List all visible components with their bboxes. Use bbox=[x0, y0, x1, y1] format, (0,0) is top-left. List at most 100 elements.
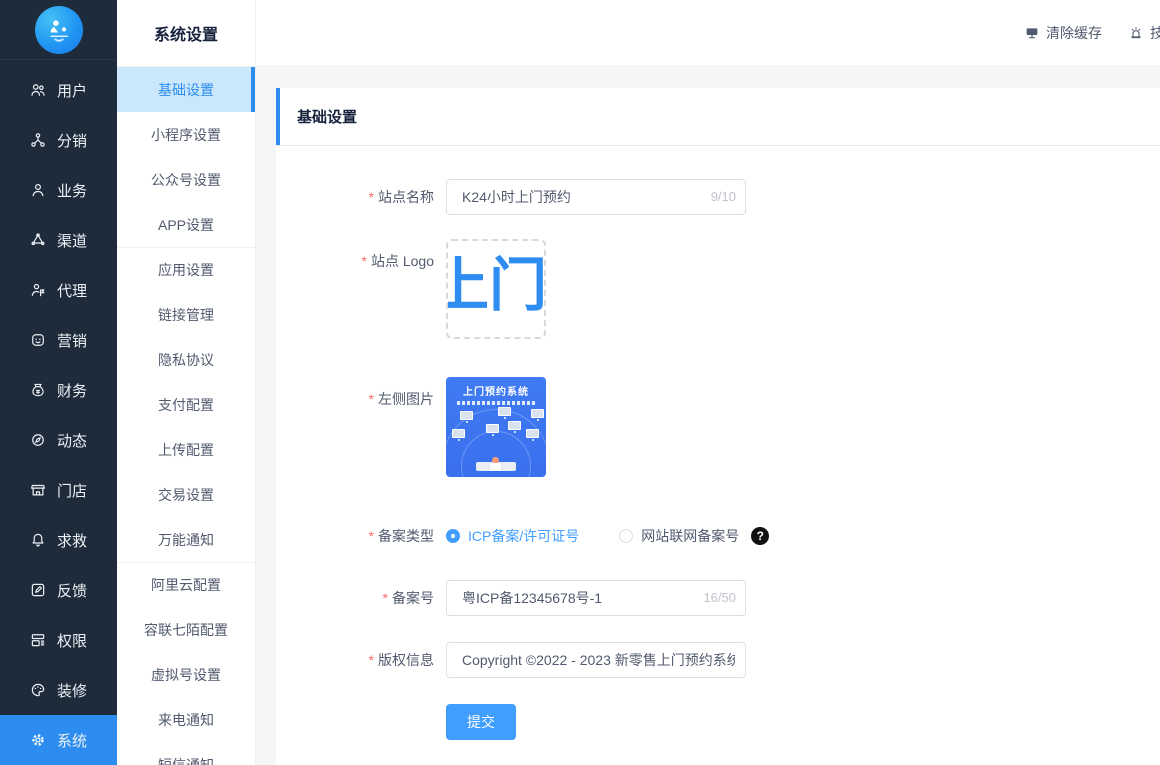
radio-icp-label: ICP备案/许可证号 bbox=[468, 526, 579, 546]
site-logo-upload[interactable]: 上门预 bbox=[446, 239, 546, 339]
submenu-item-notify[interactable]: 万能通知 bbox=[117, 517, 255, 562]
sidebar-item-label: 装修 bbox=[57, 680, 87, 701]
sidebar-item-label: 代理 bbox=[57, 280, 87, 301]
sidebar-item-store[interactable]: 门店 bbox=[0, 465, 117, 515]
record-type-label: *备案类型 bbox=[276, 525, 446, 547]
sidebar-item-agent[interactable]: 代理 bbox=[0, 265, 117, 315]
required-mark: * bbox=[369, 391, 374, 407]
basic-settings-form: *站点名称 9/10 *站点 Logo 上门预 bbox=[276, 146, 1160, 740]
submenu-item-application[interactable]: 应用设置 bbox=[117, 247, 255, 292]
sidebar-item-business[interactable]: 业务 bbox=[0, 165, 117, 215]
help-icon[interactable]: ? bbox=[751, 527, 769, 545]
banner-thumb bbox=[531, 409, 544, 418]
banner-thumb bbox=[508, 421, 521, 430]
site-name-label: *站点名称 bbox=[276, 179, 446, 215]
copyright-input-wrap bbox=[446, 642, 746, 678]
record-number-input-wrap: 16/50 bbox=[446, 580, 746, 616]
permission-icon bbox=[29, 631, 47, 649]
sidebar-item-finance[interactable]: 财务 bbox=[0, 365, 117, 415]
left-image-row: *左侧图片 上门预约系统 bbox=[276, 377, 1160, 477]
copyright-input[interactable] bbox=[446, 642, 746, 678]
tech-button[interactable]: 技师 bbox=[1128, 23, 1160, 43]
banner-title: 上门预约系统 bbox=[446, 377, 546, 398]
bell-icon bbox=[29, 531, 47, 549]
marketing-icon bbox=[29, 331, 47, 349]
radio-network[interactable]: 网站联网备案号 bbox=[619, 526, 739, 546]
palette-icon bbox=[29, 681, 47, 699]
site-logo-label: *站点 Logo bbox=[276, 239, 446, 339]
submenu-item-aliyun[interactable]: 阿里云配置 bbox=[117, 562, 255, 607]
required-mark: * bbox=[369, 528, 374, 544]
feedback-icon bbox=[29, 581, 47, 599]
sidebar-item-label: 营销 bbox=[57, 330, 87, 351]
gear-icon bbox=[29, 731, 47, 749]
radio-icp[interactable]: ICP备案/许可证号 bbox=[446, 526, 579, 546]
sidebar-item-label: 分销 bbox=[57, 130, 87, 151]
submenu-title: 系统设置 bbox=[117, 0, 255, 67]
copyright-row: *版权信息 bbox=[276, 642, 1160, 678]
submit-button[interactable]: 提交 bbox=[446, 704, 516, 740]
sidebar-item-label: 用户 bbox=[57, 80, 87, 101]
monitor-icon bbox=[1024, 25, 1040, 41]
sidebar-item-label: 权限 bbox=[57, 630, 87, 651]
sidebar-item-permission[interactable]: 权限 bbox=[0, 615, 117, 665]
topbar: 清除缓存 技师 bbox=[256, 0, 1160, 65]
basic-settings-card: 基础设置 *站点名称 9/10 *站点 Logo bbox=[276, 88, 1160, 765]
sidebar-item-feedback[interactable]: 反馈 bbox=[0, 565, 117, 615]
site-logo-preview: 上门预 bbox=[446, 257, 544, 315]
record-type-options: ICP备案/许可证号 网站联网备案号 ? bbox=[446, 525, 769, 547]
radio-selected-icon bbox=[446, 529, 460, 543]
sidebar-item-dynamics[interactable]: 动态 bbox=[0, 415, 117, 465]
submenu-item-sms-notify[interactable]: 短信通知 bbox=[117, 742, 255, 765]
submenu-item-ronglian[interactable]: 容联七陌配置 bbox=[117, 607, 255, 652]
card-title: 基础设置 bbox=[276, 106, 357, 127]
app-logo-area[interactable] bbox=[0, 0, 117, 60]
submenu-item-basic-settings[interactable]: 基础设置 bbox=[117, 67, 255, 112]
banner-thumb bbox=[460, 411, 473, 420]
banner-thumb bbox=[498, 407, 511, 416]
site-name-row: *站点名称 9/10 bbox=[276, 179, 1160, 215]
required-mark: * bbox=[362, 253, 367, 269]
required-mark: * bbox=[383, 590, 388, 606]
sidebar-item-users[interactable]: 用户 bbox=[0, 65, 117, 115]
store-icon bbox=[29, 481, 47, 499]
tech-label: 技师 bbox=[1150, 23, 1160, 43]
channel-icon bbox=[29, 231, 47, 249]
sidebar-item-label: 渠道 bbox=[57, 230, 87, 251]
submenu-item-upload[interactable]: 上传配置 bbox=[117, 427, 255, 472]
card-header: 基础设置 bbox=[276, 88, 1160, 146]
person-icon bbox=[29, 181, 47, 199]
submenu-item-payment[interactable]: 支付配置 bbox=[117, 382, 255, 427]
record-number-input[interactable] bbox=[446, 580, 746, 616]
left-image-upload[interactable]: 上门预约系统 bbox=[446, 377, 546, 477]
banner-person-illustration bbox=[492, 457, 499, 464]
submenu-item-miniprogram[interactable]: 小程序设置 bbox=[117, 112, 255, 157]
sidebar-item-marketing[interactable]: 营销 bbox=[0, 315, 117, 365]
compass-icon bbox=[29, 431, 47, 449]
sidebar-item-label: 求救 bbox=[57, 530, 87, 551]
submenu-item-virtual-number[interactable]: 虚拟号设置 bbox=[117, 652, 255, 697]
submit-row: 提交 bbox=[276, 704, 1160, 740]
required-mark: * bbox=[369, 189, 374, 205]
submenu-item-trade[interactable]: 交易设置 bbox=[117, 472, 255, 517]
required-mark: * bbox=[369, 652, 374, 668]
submenu-item-app[interactable]: APP设置 bbox=[117, 202, 255, 247]
submenu-item-official-account[interactable]: 公众号设置 bbox=[117, 157, 255, 202]
submenu-item-privacy[interactable]: 隐私协议 bbox=[117, 337, 255, 382]
site-logo-row: *站点 Logo 上门预 bbox=[276, 239, 1160, 339]
finance-icon bbox=[29, 381, 47, 399]
sidebar-item-distribution[interactable]: 分销 bbox=[0, 115, 117, 165]
sidebar-item-channel[interactable]: 渠道 bbox=[0, 215, 117, 265]
sidebar-item-system[interactable]: 系统 bbox=[0, 715, 117, 765]
clear-cache-button[interactable]: 清除缓存 bbox=[1024, 23, 1102, 43]
banner-thumb bbox=[486, 424, 499, 433]
sidebar-item-sos[interactable]: 求救 bbox=[0, 515, 117, 565]
sidebar-item-label: 反馈 bbox=[57, 580, 87, 601]
accent-bar bbox=[276, 88, 280, 145]
record-number-row: *备案号 16/50 bbox=[276, 580, 1160, 616]
site-name-input[interactable] bbox=[446, 179, 746, 215]
sidebar-item-decorate[interactable]: 装修 bbox=[0, 665, 117, 715]
sidebar-item-label: 财务 bbox=[57, 380, 87, 401]
submenu-item-call-notify[interactable]: 来电通知 bbox=[117, 697, 255, 742]
submenu-item-links[interactable]: 链接管理 bbox=[117, 292, 255, 337]
